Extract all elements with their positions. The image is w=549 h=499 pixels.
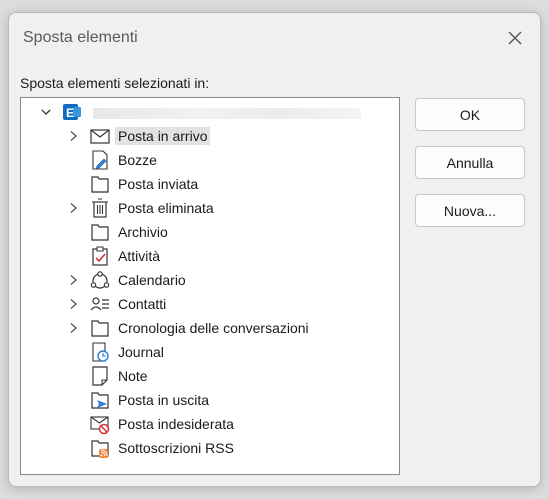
folder-label: Journal	[118, 344, 164, 360]
account-name	[93, 108, 361, 119]
close-icon	[508, 31, 522, 45]
folder-label: Note	[118, 368, 148, 384]
folder-label: Cronologia delle conversazioni	[118, 320, 309, 336]
rss-icon	[91, 440, 109, 458]
folder-label: Posta in arrivo	[115, 127, 211, 145]
cancel-button[interactable]: Annulla	[415, 146, 525, 179]
chevron-right-icon[interactable]	[68, 202, 78, 214]
outbox-icon	[91, 392, 109, 409]
ok-button[interactable]: OK	[415, 98, 525, 131]
folder-row[interactable]: Posta eliminata	[21, 197, 399, 219]
folder-row[interactable]: Cronologia delle conversazioni	[21, 317, 399, 339]
folder-row[interactable]: Calendario	[21, 269, 399, 291]
folder-label: Posta indesiderata	[118, 416, 234, 432]
envelope-icon	[90, 129, 110, 144]
calendar-icon	[90, 271, 110, 289]
folder-row[interactable]: Journal	[21, 341, 399, 363]
move-items-dialog: Sposta elementi Sposta elementi selezion…	[8, 12, 541, 487]
account-row[interactable]: E	[21, 101, 399, 123]
new-folder-button[interactable]: Nuova...	[415, 194, 525, 227]
folder-icon	[91, 224, 109, 241]
exchange-icon: E	[63, 104, 81, 120]
journal-icon	[92, 342, 109, 362]
chevron-right-icon[interactable]	[68, 322, 78, 334]
folder-label: Bozze	[118, 152, 157, 168]
contacts-icon	[90, 297, 109, 311]
folder-row[interactable]: Posta in arrivo	[21, 125, 399, 147]
folder-label: Posta inviata	[118, 176, 199, 192]
folder-row[interactable]: Posta indesiderata	[21, 413, 399, 435]
folder-label: Posta eliminata	[118, 200, 214, 216]
folder-label: Contatti	[118, 296, 167, 312]
folder-tree[interactable]: E Posta in arrivo Bozze Posta inviata Posta…	[20, 97, 400, 475]
chevron-down-icon[interactable]	[41, 106, 51, 118]
chevron-right-icon[interactable]	[68, 298, 78, 310]
drafts-icon	[92, 150, 108, 170]
folder-row[interactable]: Sottoscrizioni RSS	[21, 437, 399, 459]
folder-row[interactable]: Posta inviata	[21, 173, 399, 195]
note-icon	[92, 366, 108, 386]
tasks-icon	[92, 246, 108, 266]
folder-row[interactable]: Archivio	[21, 221, 399, 243]
folder-row[interactable]: Posta in uscita	[21, 389, 399, 411]
folder-icon	[91, 320, 109, 337]
chevron-right-icon[interactable]	[68, 274, 78, 286]
folder-row[interactable]: Contatti	[21, 293, 399, 315]
folder-label: Attività	[118, 248, 161, 264]
folder-label: Calendario	[118, 272, 186, 288]
folder-icon	[91, 176, 109, 193]
folder-label: Archivio	[118, 224, 168, 240]
move-to-prompt: Sposta elementi selezionati in:	[20, 75, 210, 91]
folder-label: Sottoscrizioni RSS	[118, 440, 234, 456]
svg-text:E: E	[66, 106, 74, 120]
folder-row[interactable]: Bozze	[21, 149, 399, 171]
folder-row[interactable]: Attività	[21, 245, 399, 267]
close-button[interactable]	[498, 23, 532, 53]
dialog-title: Sposta elementi	[23, 29, 138, 46]
folder-label: Posta in uscita	[118, 392, 210, 408]
folder-row[interactable]: Note	[21, 365, 399, 387]
trash-icon	[92, 198, 108, 218]
junk-icon	[90, 416, 110, 435]
chevron-right-icon[interactable]	[68, 130, 78, 142]
